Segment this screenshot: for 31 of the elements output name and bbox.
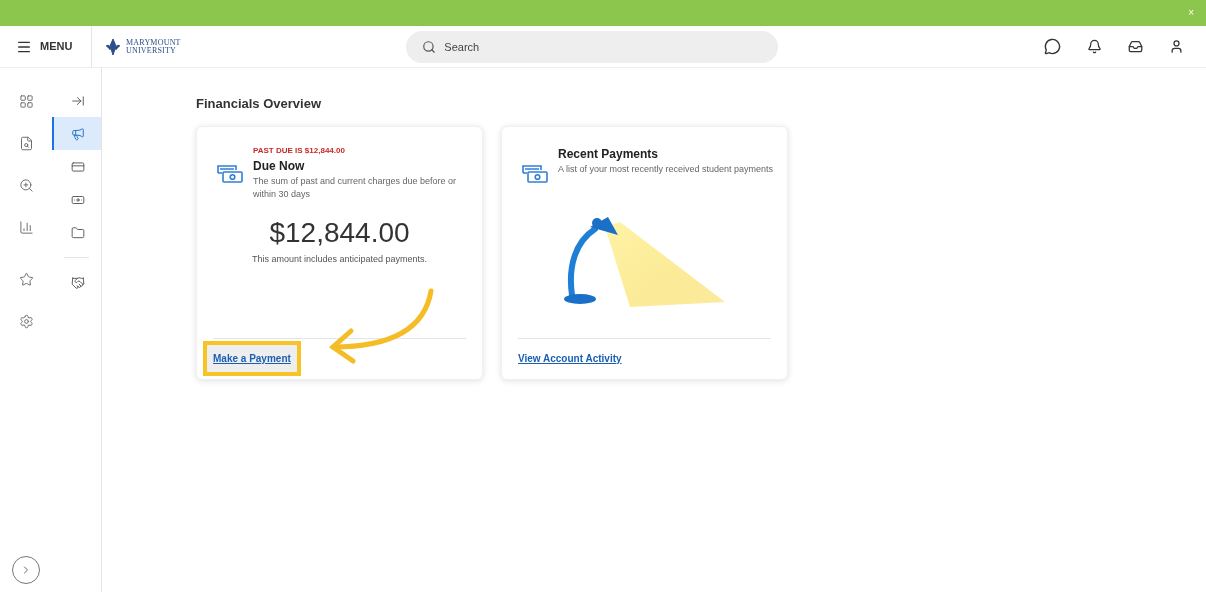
search-icon bbox=[422, 39, 437, 54]
megaphone-icon bbox=[70, 126, 85, 141]
handshake-icon bbox=[70, 275, 85, 290]
notifications-icon[interactable] bbox=[1087, 39, 1102, 54]
nav-tab[interactable] bbox=[52, 117, 101, 150]
card-description: The sum of past and current charges due before or within 30 days bbox=[253, 174, 458, 201]
card-link[interactable]: View Account Activity bbox=[518, 351, 622, 366]
chat-icon[interactable] bbox=[1044, 38, 1061, 55]
menu-button[interactable]: MENU bbox=[0, 26, 92, 67]
past-due-text: PAST DUE IS $12,844.00 bbox=[253, 144, 345, 157]
search-icon[interactable] bbox=[18, 178, 34, 193]
star-icon[interactable] bbox=[18, 272, 34, 287]
search-field[interactable]: Search bbox=[406, 30, 779, 63]
card-icon bbox=[70, 159, 85, 174]
card-title: Recent Payments bbox=[558, 145, 660, 163]
inbox-icon[interactable] bbox=[1128, 39, 1143, 54]
card-title: Due Now bbox=[253, 157, 306, 175]
page-title: Financials Overview bbox=[196, 95, 322, 113]
logo-subtext: UNIVERSITY bbox=[126, 46, 177, 55]
card-description: A list of your most recently received student payments bbox=[558, 162, 775, 176]
amount-note: This amount includes anticipated payments. bbox=[251, 252, 428, 266]
logo-text: MARYMOUNT bbox=[126, 38, 181, 47]
profile-icon[interactable] bbox=[1169, 39, 1184, 54]
chart-icon[interactable] bbox=[18, 220, 34, 235]
report-icon[interactable] bbox=[18, 136, 34, 151]
apps-icon[interactable] bbox=[18, 94, 34, 109]
settings-icon[interactable] bbox=[18, 314, 34, 329]
fleur-de-lis-logo-icon bbox=[104, 37, 122, 56]
collapse-icon bbox=[70, 93, 85, 108]
folder-icon bbox=[70, 225, 85, 240]
amount-due: $12,844.00 bbox=[269, 218, 410, 247]
